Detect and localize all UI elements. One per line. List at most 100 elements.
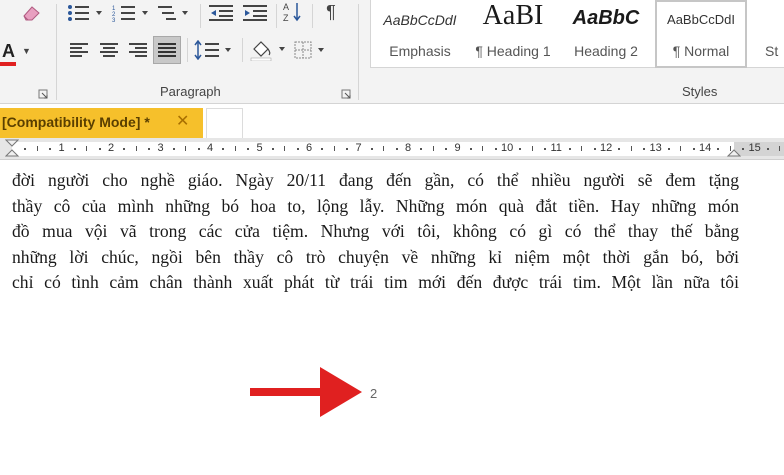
ruler-tick: [630, 146, 632, 151]
text-line: đồ mua vội vã trong các cửa tiệm. Nhưng …: [12, 221, 739, 242]
ruler-number: 15: [748, 142, 761, 154]
justify-icon: [158, 43, 176, 57]
ruler-tick: [618, 148, 621, 150]
style-name: ¶ Heading 1: [475, 43, 551, 59]
sort-az-icon: A Z: [283, 2, 301, 23]
ruler-number: 14: [699, 142, 712, 154]
ruler-number: 7: [355, 142, 362, 154]
ruler-tick: [98, 148, 101, 150]
style-name: St: [765, 43, 779, 59]
ruler-number: 3: [157, 142, 164, 154]
style-name: Emphasis: [389, 43, 451, 59]
svg-text:3: 3: [112, 18, 116, 22]
ruler-tick: [148, 148, 151, 150]
bullets-button[interactable]: [66, 2, 106, 24]
ruler-tick: [333, 146, 335, 151]
ruler-tick: [692, 148, 695, 150]
style-sample: AaBbCcDdI: [667, 12, 735, 27]
ruler-tick: [779, 146, 781, 151]
show-formatting-marks-button[interactable]: ¶: [318, 0, 344, 24]
ruler-tick: [766, 148, 769, 150]
ruler-tick: [86, 146, 88, 151]
borders-icon: [294, 41, 324, 59]
font-color-button[interactable]: A ▼: [0, 40, 34, 66]
numbering-icon: 1 2 3: [112, 6, 148, 22]
ruler-tick: [296, 148, 299, 150]
ruler-tick: [370, 148, 373, 150]
document-page[interactable]: đời người cho nghề giáo. Ngày 20/11 đang…: [0, 160, 784, 475]
ruler-tick: [73, 148, 76, 150]
align-left-button[interactable]: [66, 38, 92, 62]
ruler-tick: [36, 146, 38, 151]
style-next[interactable]: St: [751, 0, 784, 68]
ruler-tick: [395, 148, 398, 150]
style-sample: AaBbC: [572, 7, 640, 29]
font-color-icon: A: [2, 41, 15, 61]
ruler-tick: [383, 146, 385, 151]
paragraph-settings-launcher[interactable]: [341, 86, 351, 99]
ruler-tick: [717, 148, 720, 150]
numbering-button[interactable]: 1 2 3: [112, 2, 152, 24]
style-heading-1[interactable]: AaBI ¶ Heading 1: [467, 0, 559, 68]
ruler-tick: [729, 146, 731, 151]
style-emphasis[interactable]: AaBbCcDdI Emphasis: [373, 0, 467, 68]
ruler-tick: [469, 148, 472, 150]
line-spacing-button[interactable]: [192, 38, 236, 62]
ruler-number: 5: [256, 142, 263, 154]
ruler-tick: [420, 148, 423, 150]
text-line: chỉ có tình cảm chân thành xuất phát từ …: [12, 272, 739, 293]
ruler-tick: [482, 146, 484, 151]
document-body-text[interactable]: đời người cho nghề giáo. Ngày 20/11 đang…: [12, 168, 739, 296]
ruler-tick: [123, 148, 126, 150]
decrease-indent-button[interactable]: [206, 2, 236, 24]
paragraph-group-label: Paragraph: [160, 84, 221, 99]
borders-button[interactable]: [292, 38, 332, 62]
ruler-tick: [531, 146, 533, 151]
red-arrow-annotation: [250, 367, 362, 417]
bullets-icon: [68, 5, 102, 21]
indent-marker-icon[interactable]: [5, 138, 19, 160]
style-normal[interactable]: AaBbCcDdI ¶ Normal: [655, 0, 747, 68]
justify-button[interactable]: [153, 36, 181, 64]
ruler-tick: [593, 148, 596, 150]
ruler-number: 9: [454, 142, 461, 154]
decrease-indent-icon: [209, 5, 233, 21]
ruler-tick: [49, 148, 52, 150]
eraser-icon: [23, 6, 40, 21]
ribbon: A ▼ 1 2 3 A Z ¶ Paragraph AaBbCcDdI Emph…: [0, 0, 784, 104]
multilevel-list-button[interactable]: [158, 2, 192, 24]
align-center-button[interactable]: [96, 38, 122, 62]
ruler-tick: [247, 148, 250, 150]
style-name: ¶ Normal: [672, 43, 730, 59]
style-heading-2[interactable]: AaBbC Heading 2: [559, 0, 653, 68]
new-tab-button[interactable]: [206, 108, 243, 138]
ruler-tick: [432, 146, 434, 151]
align-right-button[interactable]: [125, 38, 151, 62]
align-center-icon: [100, 43, 118, 57]
ruler-tick: [135, 146, 137, 151]
align-left-icon: [70, 43, 88, 57]
clear-formatting-button[interactable]: [18, 2, 44, 24]
dialog-launcher-icon: [341, 89, 351, 99]
close-icon[interactable]: ✕: [176, 113, 189, 131]
ruler-number: 11: [550, 142, 562, 154]
ruler-tick: [494, 148, 497, 150]
pilcrow-icon: ¶: [326, 1, 336, 22]
ruler-tick: [271, 148, 274, 150]
increase-indent-button[interactable]: [240, 2, 270, 24]
chevron-down-icon: ▼: [22, 46, 31, 56]
ruler-tick: [185, 146, 187, 151]
ruler-number: 10: [501, 142, 514, 154]
ruler-tick: [445, 148, 448, 150]
ruler-tick: [643, 148, 646, 150]
paint-bucket-icon: [250, 41, 285, 61]
horizontal-ruler[interactable]: 1 2 3 4 5 6 7 8 9 10 11 12 13 14 15: [0, 138, 784, 160]
text-line: thầy cô của mình những bó hoa to, lộng l…: [12, 195, 739, 216]
paragraph-dialog-launcher[interactable]: [38, 86, 48, 99]
shading-button[interactable]: [248, 38, 290, 62]
text-line: những lời chúc, ngồi bên thầy cô trò chu…: [12, 246, 739, 267]
ruler-tick: [667, 148, 670, 150]
ruler-tick: [568, 148, 571, 150]
document-tab[interactable]: [Compatibility Mode] * ✕: [0, 108, 203, 138]
sort-button[interactable]: A Z: [282, 0, 306, 24]
